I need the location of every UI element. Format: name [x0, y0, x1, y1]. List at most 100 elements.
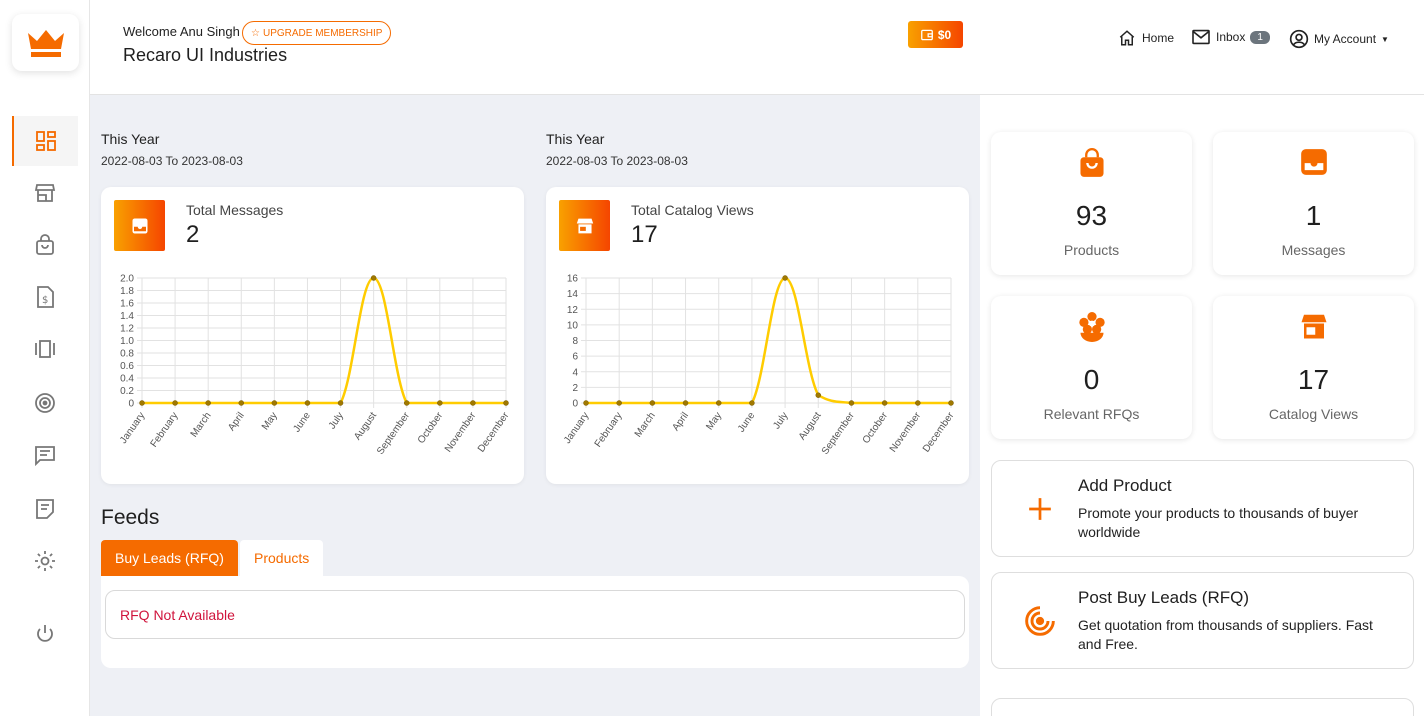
data-point — [715, 400, 722, 406]
sidebar-item-messages[interactable] — [12, 430, 78, 480]
sidebar-item-notes[interactable] — [12, 484, 78, 534]
x-tick-label: June — [736, 410, 758, 434]
home-link[interactable]: Home — [1117, 29, 1174, 47]
data-point — [616, 400, 622, 406]
data-point — [915, 400, 921, 406]
empty-feed-message: RFQ Not Available — [105, 590, 965, 639]
total-messages-card: Total Messages 2 0 0.2 0.4 0.6 0.8 1.0 1.2 1.4 1… — [101, 187, 524, 484]
data-point — [815, 392, 822, 398]
store-icon — [1301, 314, 1326, 339]
inbox-label: Inbox — [1216, 30, 1246, 44]
post-buy-leads-button[interactable]: Post Buy Leads (RFQ) Get quotation from … — [991, 572, 1414, 669]
stat-label: Messages — [1281, 242, 1346, 258]
wallet-button[interactable]: $0 — [908, 21, 963, 48]
x-tick-label: December — [921, 410, 957, 455]
sidebar-item-dashboard[interactable] — [12, 116, 78, 166]
x-tick-label: January — [118, 410, 147, 445]
my-account-dropdown[interactable]: My Account ▼ — [1289, 29, 1389, 49]
catalog-views-line-chart: 0 2 4 6 8 10 12 14 16 January February March April Ma… — [562, 274, 957, 457]
card-value: 17 — [631, 221, 658, 248]
sidebar-item-settings[interactable] — [12, 536, 78, 586]
tab-buy-leads[interactable]: Buy Leads (RFQ) — [101, 540, 238, 576]
x-tick-label: May — [704, 410, 724, 432]
sidebar-item-products[interactable] — [12, 220, 78, 270]
upgrade-label: UPGRADE MEMBERSHIP — [262, 27, 383, 39]
logo[interactable] — [12, 14, 79, 71]
x-tick-label: January — [562, 410, 591, 445]
total-catalog-views-card: Total Catalog Views 17 0 2 4 6 8 10 12 14 16 Janu… — [546, 187, 969, 484]
data-point — [583, 400, 589, 406]
chat-icon — [35, 446, 55, 467]
x-tick-label: April — [671, 410, 691, 433]
y-tick-label: 1.4 — [120, 311, 134, 322]
y-tick-label: 6 — [572, 352, 578, 363]
sidebar-item-rfq[interactable] — [12, 378, 78, 428]
target-icon — [1025, 606, 1055, 636]
messages-line-chart: 0 0.20.4 0.60.8 1.01.2 1.41.6 1.82.0 January Fe… — [118, 274, 512, 457]
action-description: Get quotation from thousands of supplier… — [1078, 617, 1373, 652]
data-point — [139, 400, 145, 406]
data-point — [948, 400, 954, 406]
home-icon — [1119, 30, 1135, 46]
plus-icon — [1029, 498, 1051, 520]
y-tick-label: 8 — [572, 336, 578, 347]
user-circle-icon — [1289, 29, 1309, 49]
carousel-icon — [35, 340, 55, 358]
x-tick-label: August — [797, 410, 824, 442]
card-icon-box — [559, 200, 610, 251]
x-tick-label: March — [189, 410, 214, 439]
add-product-button[interactable]: Add Product Promote your products to tho… — [991, 460, 1414, 557]
upgrade-membership-button[interactable]: ☆ UPGRADE MEMBERSHIP — [242, 21, 392, 45]
x-tick-label: February — [593, 410, 625, 449]
sidebar-item-logout[interactable] — [12, 610, 78, 660]
action-description: Promote your products to thousands of bu… — [1078, 505, 1359, 540]
period-title: This Year — [546, 131, 605, 147]
stat-messages[interactable]: 1 Messages — [1213, 132, 1414, 275]
y-tick-label: 2 — [572, 383, 578, 394]
stat-catalog-views[interactable]: 17 Catalog Views — [1213, 296, 1414, 439]
x-tick-label: June — [291, 410, 313, 434]
crown-icon — [27, 29, 64, 57]
x-tick-label: July — [327, 410, 346, 431]
my-account-label: My Account — [1314, 32, 1377, 46]
wallet-balance: $0 — [937, 27, 952, 42]
dashboard-icon — [36, 131, 56, 151]
data-point — [682, 400, 689, 406]
y-tick-label: 0.8 — [120, 349, 134, 360]
data-point — [503, 400, 509, 406]
x-tick-label: February — [149, 410, 181, 449]
x-tick-label: October — [861, 410, 891, 446]
sidebar-item-store[interactable] — [12, 168, 78, 218]
sidebar-item-invoices[interactable]: $ — [12, 272, 78, 322]
y-tick-label: 0 — [572, 399, 578, 410]
data-point — [749, 400, 755, 406]
star-icon: ☆ — [251, 27, 260, 39]
invoice-icon: $ — [37, 286, 54, 308]
tab-products[interactable]: Products — [240, 540, 324, 576]
data-point — [238, 400, 245, 406]
data-point — [172, 400, 178, 406]
x-tick-label: May — [260, 410, 280, 432]
data-point — [271, 400, 278, 406]
y-tick-label: 1.2 — [120, 324, 134, 335]
period-range: 2022-08-03 To 2023-08-03 — [101, 154, 243, 168]
power-icon — [37, 625, 53, 642]
stat-label: Catalog Views — [1268, 406, 1359, 422]
stat-products[interactable]: 93 Products — [991, 132, 1192, 275]
store-icon — [34, 184, 56, 202]
y-tick-label: 10 — [567, 320, 579, 331]
x-tick-label: March — [633, 410, 658, 439]
stat-relevant-rfqs[interactable]: 0 Relevant RFQs — [991, 296, 1192, 439]
welcome-text: Welcome Anu Singh — [123, 24, 240, 39]
data-point — [848, 400, 855, 406]
gear-icon — [35, 551, 55, 571]
svg-text:$: $ — [42, 295, 48, 306]
stat-value: 17 — [1297, 364, 1330, 395]
inbox-link[interactable]: Inbox 1 — [1191, 29, 1270, 45]
data-point — [649, 400, 656, 406]
data-point — [205, 400, 211, 406]
x-tick-label: August — [352, 410, 379, 442]
right-panel: 93 Products 1 Messages 0 Relevant RFQs 1… — [980, 95, 1424, 716]
y-tick-label: 14 — [567, 289, 579, 300]
sidebar-item-carousel[interactable] — [12, 324, 78, 374]
